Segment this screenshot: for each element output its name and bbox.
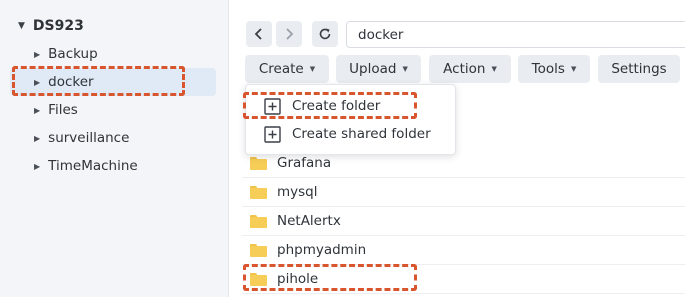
caret-down-icon: ▼ bbox=[491, 65, 497, 73]
folder-icon bbox=[250, 156, 267, 170]
upload-button[interactable]: Upload ▼ bbox=[336, 55, 421, 83]
forward-button[interactable] bbox=[276, 21, 302, 47]
sidebar-item-label: TimeMachine bbox=[48, 158, 138, 174]
menu-item-create-shared-folder[interactable]: Create shared folder bbox=[246, 120, 455, 148]
sidebar-item-label: Backup bbox=[48, 46, 98, 62]
file-row-netalertx[interactable]: NetAlertx bbox=[242, 207, 685, 236]
file-row-phpmyadmin[interactable]: phpmyadmin bbox=[242, 236, 685, 265]
upload-button-label: Upload bbox=[349, 61, 397, 77]
refresh-icon bbox=[319, 28, 331, 40]
sidebar-item-surveillance[interactable]: ▶ surveillance bbox=[10, 124, 216, 152]
tree-root-label: DS923 bbox=[32, 18, 84, 34]
caret-down-icon: ▼ bbox=[402, 65, 408, 73]
file-name: Grafana bbox=[277, 155, 332, 171]
file-name: mysql bbox=[277, 184, 318, 200]
caret-right-icon[interactable]: ▶ bbox=[34, 134, 40, 143]
settings-button[interactable]: Settings bbox=[598, 55, 680, 83]
caret-right-icon[interactable]: ▶ bbox=[34, 106, 40, 115]
tools-button-label: Tools bbox=[531, 61, 565, 77]
caret-down-icon: ▼ bbox=[309, 65, 316, 73]
highlight-pihole bbox=[243, 264, 417, 291]
caret-right-icon[interactable]: ▶ bbox=[34, 162, 40, 171]
file-name: NetAlertx bbox=[277, 213, 341, 229]
path-input[interactable]: docker bbox=[346, 21, 685, 48]
file-row-mysql[interactable]: mysql bbox=[242, 178, 685, 207]
settings-button-label: Settings bbox=[611, 61, 667, 77]
caret-right-icon[interactable]: ▶ bbox=[34, 50, 40, 59]
highlight-create-folder bbox=[243, 92, 417, 119]
create-button[interactable]: Create ▼ bbox=[245, 55, 329, 83]
add-box-icon bbox=[264, 125, 281, 143]
caret-down-icon[interactable]: ▼ bbox=[18, 21, 25, 31]
sidebar-item-timemachine[interactable]: ▶ TimeMachine bbox=[10, 152, 216, 180]
folder-icon bbox=[250, 185, 267, 199]
caret-down-icon: ▼ bbox=[570, 65, 577, 73]
path-value: docker bbox=[358, 26, 404, 43]
create-button-label: Create bbox=[258, 61, 304, 77]
sidebar-item-label: surveillance bbox=[48, 130, 130, 146]
file-name: phpmyadmin bbox=[277, 242, 367, 258]
sidebar-item-label: Files bbox=[48, 102, 78, 118]
sidebar-item-backup[interactable]: ▶ Backup bbox=[10, 40, 216, 68]
action-button[interactable]: Action ▼ bbox=[429, 55, 511, 83]
tools-button[interactable]: Tools ▼ bbox=[518, 55, 590, 83]
chevron-left-icon bbox=[254, 28, 262, 40]
chevron-right-icon bbox=[286, 28, 294, 40]
action-button-label: Action bbox=[443, 61, 486, 77]
tree-root-ds923[interactable]: ▼ DS923 bbox=[0, 14, 229, 38]
folder-icon bbox=[250, 214, 267, 228]
folder-icon bbox=[250, 243, 267, 257]
highlight-docker bbox=[12, 66, 185, 96]
refresh-button[interactable] bbox=[312, 21, 338, 47]
sidebar: ▼ DS923 ▶ Backup ▶ docker ▶ Files ▶ surv… bbox=[0, 0, 229, 297]
sidebar-item-files[interactable]: ▶ Files bbox=[10, 96, 216, 124]
menu-item-label: Create shared folder bbox=[292, 126, 431, 142]
back-button[interactable] bbox=[246, 21, 272, 47]
